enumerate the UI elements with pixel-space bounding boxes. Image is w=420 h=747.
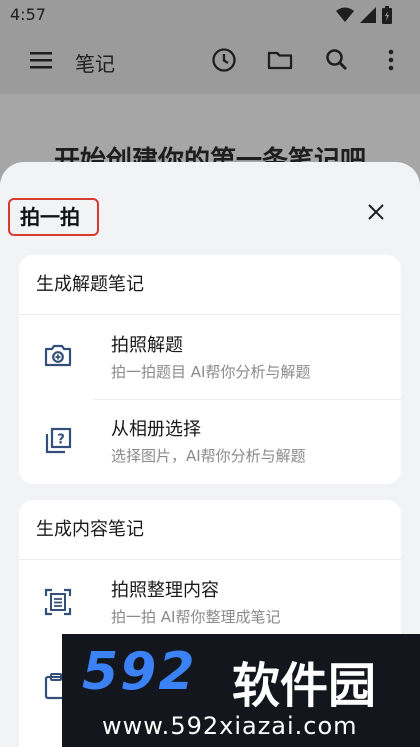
option-photo-organize[interactable]: 拍照整理内容 拍一拍 AI帮你整理成笔记	[19, 560, 401, 644]
option-subtitle: 拍一拍题目 AI帮你分析与解题	[111, 363, 311, 381]
scan-document-icon	[44, 588, 72, 616]
menu-icon[interactable]	[30, 50, 54, 70]
svg-text:?: ?	[57, 433, 65, 448]
sheet-title: 拍一拍	[8, 198, 99, 236]
option-photo-solve[interactable]: 拍照解题 拍一拍题目 AI帮你分析与解题	[19, 315, 401, 399]
status-time: 4:57	[10, 5, 46, 24]
close-icon[interactable]	[368, 204, 384, 220]
option-title: 拍照解题	[111, 335, 183, 356]
wifi-icon	[336, 7, 354, 22]
section-heading: 生成内容笔记	[19, 500, 401, 560]
watermark-banner: 592 软件园 www.592xiazai.com	[62, 634, 420, 747]
battery-icon	[382, 6, 392, 24]
app-bar: 笔记	[0, 30, 420, 94]
section-heading: 生成解题笔记	[19, 255, 401, 315]
watermark-name: 软件园	[232, 658, 377, 714]
option-album-select[interactable]: ? 从相册选择 选择图片，AI帮你分析与解题	[19, 399, 401, 483]
album-question-icon: ?	[45, 427, 72, 454]
system-icons	[336, 6, 392, 24]
option-title: 拍照整理内容	[111, 580, 219, 601]
camera-icon	[44, 344, 72, 367]
option-subtitle: 拍一拍 AI帮你整理成笔记	[111, 608, 281, 626]
status-bar: 4:57	[0, 0, 420, 30]
history-icon[interactable]	[211, 47, 237, 73]
signal-icon	[360, 7, 376, 23]
section-solve-notes: 生成解题笔记 拍照解题 拍一拍题目 AI帮你分析与解题 ? 从相册选择 选择图片…	[19, 255, 401, 484]
page-title: 笔记	[75, 52, 115, 76]
watermark-url: www.592xiazai.com	[102, 712, 358, 740]
search-icon[interactable]	[324, 47, 350, 73]
more-options-icon[interactable]	[385, 47, 397, 73]
folder-icon[interactable]	[267, 47, 293, 73]
option-title: 从相册选择	[111, 419, 201, 440]
watermark-logo: 592	[82, 642, 197, 702]
option-subtitle: 选择图片，AI帮你分析与解题	[111, 447, 306, 465]
